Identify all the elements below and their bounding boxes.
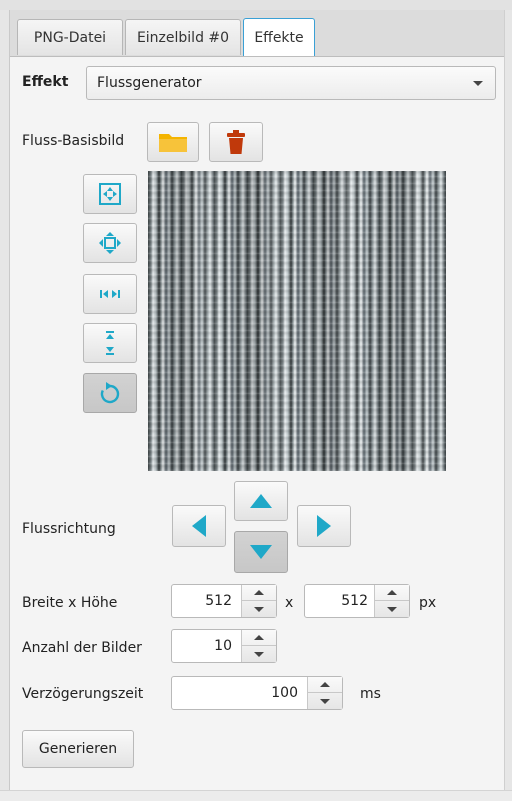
- tab-effekte[interactable]: Effekte: [243, 18, 315, 56]
- tab-label: PNG-Datei: [33, 29, 107, 46]
- size-separator: x: [285, 595, 294, 611]
- height-spinner-arrows: [374, 585, 409, 617]
- chevron-down-icon: [387, 606, 397, 612]
- chevron-down-icon: [320, 698, 330, 704]
- width-spinner-arrows: [241, 585, 276, 617]
- fit-both-button[interactable]: [83, 174, 137, 214]
- effect-label: Effekt: [22, 74, 69, 90]
- frames-value: 10: [214, 638, 232, 654]
- height-decrement[interactable]: [375, 601, 409, 617]
- tab-einzelbild[interactable]: Einzelbild #0: [125, 19, 241, 55]
- chevron-up-icon: [387, 590, 397, 595]
- frames-spinner-arrows: [241, 630, 276, 662]
- tab-png-datei[interactable]: PNG-Datei: [17, 19, 123, 55]
- tab-label: Einzelbild #0: [136, 29, 230, 46]
- delay-increment[interactable]: [308, 677, 342, 693]
- arrow-down-icon: [250, 545, 272, 559]
- arrow-up-icon: [250, 494, 272, 508]
- chevron-up-icon: [254, 590, 264, 595]
- generate-button[interactable]: Generieren: [22, 730, 134, 768]
- left-gutter: [0, 10, 10, 790]
- fit-width-button[interactable]: [83, 274, 137, 314]
- fit-height-button[interactable]: [83, 323, 137, 363]
- delay-value: 100: [271, 685, 298, 701]
- fit-both-icon: [99, 183, 121, 205]
- fit-width-icon: [100, 290, 120, 298]
- frames-increment[interactable]: [242, 630, 276, 646]
- height-spinner[interactable]: 512: [304, 584, 410, 618]
- rotate-button[interactable]: [83, 373, 137, 413]
- chevron-down-icon: [254, 606, 264, 612]
- effect-selected-value: Flussgenerator: [97, 75, 202, 91]
- frames-spinner[interactable]: 10: [171, 629, 277, 663]
- chevron-up-icon: [320, 682, 330, 687]
- width-value: 512: [205, 593, 232, 609]
- open-image-button[interactable]: [147, 122, 199, 162]
- flow-base-image-preview: [148, 171, 446, 471]
- delay-spinner[interactable]: 100: [171, 676, 343, 710]
- direction-left-button[interactable]: [172, 505, 226, 547]
- generate-button-label: Generieren: [38, 741, 118, 757]
- width-spinner[interactable]: 512: [171, 584, 277, 618]
- direction-down-button[interactable]: [234, 531, 288, 573]
- folder-icon: [159, 134, 187, 152]
- tab-bar: PNG-Datei Einzelbild #0 Effekte: [10, 10, 504, 57]
- delay-decrement[interactable]: [308, 693, 342, 709]
- move-button[interactable]: [83, 223, 137, 263]
- tab-label: Effekte: [254, 29, 304, 46]
- rotate-icon: [100, 382, 120, 404]
- chevron-down-icon: [254, 651, 264, 657]
- arrow-left-icon: [192, 515, 206, 537]
- delay-unit: ms: [360, 686, 381, 702]
- direction-label: Flussrichtung: [22, 521, 116, 537]
- height-value: 512: [341, 593, 368, 609]
- delay-spinner-arrows: [307, 677, 342, 709]
- width-increment[interactable]: [242, 585, 276, 601]
- frames-label: Anzahl der Bilder: [22, 640, 142, 656]
- frames-decrement[interactable]: [242, 646, 276, 662]
- arrow-right-icon: [317, 515, 331, 537]
- height-increment[interactable]: [375, 585, 409, 601]
- effect-select[interactable]: Flussgenerator: [86, 66, 496, 100]
- delay-label: Verzögerungszeit: [22, 686, 144, 702]
- fit-height-icon: [106, 331, 114, 355]
- move-icon: [99, 232, 121, 254]
- base-image-label: Fluss-Basisbild: [22, 133, 125, 149]
- direction-up-button[interactable]: [234, 481, 288, 521]
- size-unit: px: [419, 595, 437, 611]
- delete-image-button[interactable]: [209, 122, 263, 162]
- right-gutter: [504, 10, 512, 790]
- chevron-down-icon: [473, 81, 483, 86]
- size-label: Breite x Höhe: [22, 595, 118, 611]
- width-decrement[interactable]: [242, 601, 276, 617]
- chevron-up-icon: [254, 635, 264, 640]
- bottom-strip: [0, 790, 512, 801]
- direction-right-button[interactable]: [297, 505, 351, 547]
- trash-icon: [227, 130, 245, 154]
